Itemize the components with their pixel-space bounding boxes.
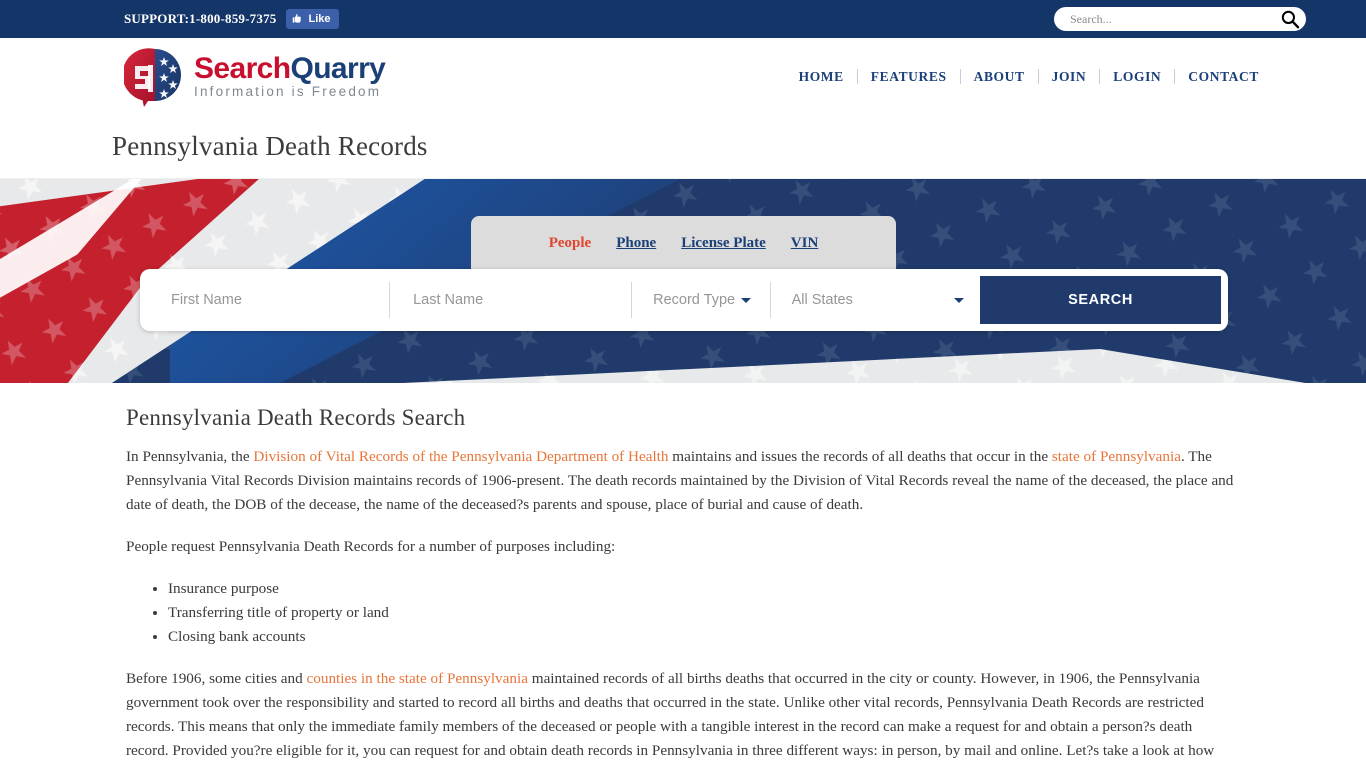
para1-text-b: maintains and issues the records of all … [668, 448, 1052, 465]
support-phone-text: SUPPORT:1-800-859-7375 [124, 11, 277, 26]
list-item: Insurance purpose [168, 577, 1236, 601]
content-heading: Pennsylvania Death Records Search [126, 405, 466, 430]
logo-name: SearchQuarry [194, 52, 386, 85]
hero-search-banner: People Phone License Plate VIN Record Ty… [0, 179, 1366, 383]
nav-item-contact[interactable]: CONTACT [1175, 69, 1272, 85]
search-input[interactable] [1068, 10, 1280, 28]
facebook-like-button[interactable]: Like [286, 9, 340, 29]
page-title: Pennsylvania Death Records [112, 131, 428, 161]
first-name-input[interactable] [169, 291, 390, 309]
para1-text-a: In Pennsylvania, the [126, 448, 254, 465]
tab-vin[interactable]: VIN [791, 235, 819, 252]
paragraph-history: Before 1906, some cities and counties in… [126, 667, 1236, 768]
logo-name-search: Search [194, 52, 291, 85]
chevron-down-icon [954, 297, 965, 303]
page-title-bar: Pennsylvania Death Records [0, 115, 1366, 179]
search-button[interactable]: SEARCH [980, 276, 1221, 324]
topbar-left-group: SUPPORT:1-800-859-7375 Like [124, 9, 340, 29]
nav-item-features[interactable]: FEATURES [858, 69, 960, 85]
nav-item-about[interactable]: ABOUT [961, 69, 1038, 85]
para3-text-a: Before 1906, some cities and [126, 670, 307, 687]
list-item: Transferring title of property or land [168, 601, 1236, 625]
last-name-field[interactable] [389, 276, 632, 324]
list-item: Closing bank accounts [168, 625, 1236, 649]
record-type-label: Record Type [653, 292, 736, 308]
link-counties-in-pennsylvania[interactable]: counties in the state of Pennsylvania [307, 670, 528, 687]
main-content: Pennsylvania Death Records Search In Pen… [0, 383, 1366, 768]
first-name-field[interactable] [147, 276, 390, 324]
nav-item-login[interactable]: LOGIN [1100, 69, 1174, 85]
site-header: SearchQuarry Information is Freedom HOME… [0, 38, 1366, 115]
nav-item-join[interactable]: JOIN [1039, 69, 1100, 85]
searchquarry-emblem-icon [124, 46, 186, 108]
paragraph-intro: In Pennsylvania, the Division of Vital R… [126, 445, 1236, 517]
logo-name-quarry: Quarry [290, 52, 386, 85]
like-button-label: Like [308, 13, 331, 25]
logo-tagline: Information is Freedom [194, 84, 382, 99]
state-field[interactable]: All States [769, 276, 980, 324]
record-type-field[interactable]: Record Type [631, 276, 769, 324]
logo-wordmark: SearchQuarry Information is Freedom [194, 52, 386, 100]
magnifier-icon[interactable] [1280, 9, 1300, 29]
last-name-input[interactable] [411, 291, 632, 309]
thumbs-up-icon [292, 13, 304, 25]
people-search-form: Record Type All States SEARCH [140, 269, 1228, 331]
search-type-tabs: People Phone License Plate VIN [471, 216, 896, 270]
paragraph-purposes: People request Pennsylvania Death Record… [126, 538, 616, 555]
nav-item-home[interactable]: HOME [786, 69, 857, 85]
link-division-of-vital-records[interactable]: Division of Vital Records of the Pennsyl… [253, 448, 668, 465]
tab-phone[interactable]: Phone [616, 235, 656, 252]
top-support-bar: SUPPORT:1-800-859-7375 Like [0, 0, 1366, 38]
chevron-down-icon [741, 297, 752, 303]
link-state-of-pennsylvania[interactable]: state of Pennsylvania [1052, 448, 1181, 465]
state-select[interactable]: All States [792, 292, 980, 308]
tab-people[interactable]: People [549, 235, 592, 252]
record-type-select[interactable]: Record Type [653, 292, 769, 308]
site-search-box[interactable] [1054, 7, 1306, 31]
tab-license-plate[interactable]: License Plate [681, 235, 766, 252]
site-logo[interactable]: SearchQuarry Information is Freedom [124, 46, 386, 108]
purposes-list: Insurance purpose Transferring title of … [126, 577, 1236, 649]
main-navigation: HOME FEATURES ABOUT JOIN LOGIN CONTACT [786, 69, 1272, 85]
state-label: All States [791, 292, 853, 308]
